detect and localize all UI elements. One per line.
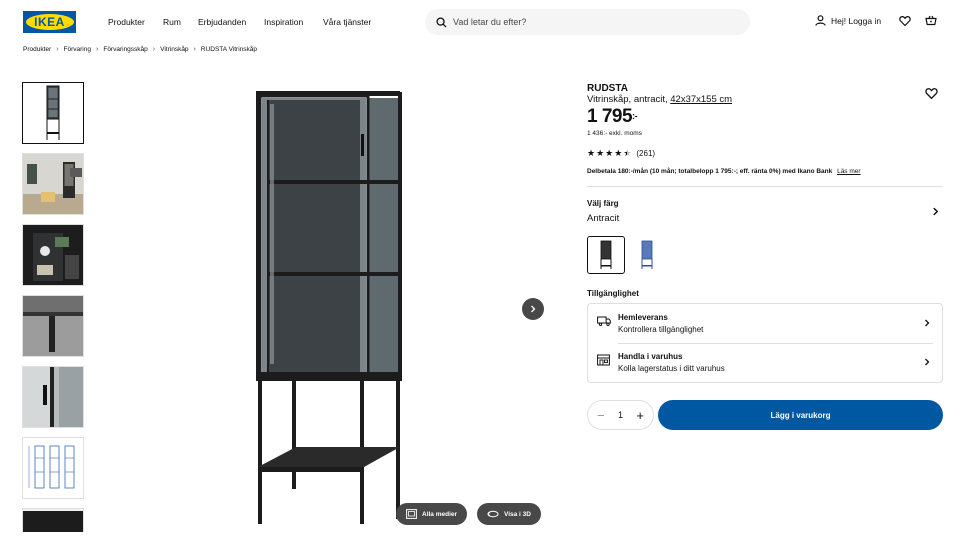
- increase-quantity-button[interactable]: +: [636, 409, 644, 422]
- thumbnail-room[interactable]: [22, 153, 84, 215]
- view-3d-button[interactable]: Visa i 3D: [477, 503, 541, 525]
- login-label: Hej! Logga in: [831, 15, 882, 26]
- 3d-rotate-icon: [487, 510, 499, 518]
- availability-subtitle: Kolla lagerstatus i ditt varuhus: [618, 364, 725, 373]
- all-media-label: Alla medier: [422, 510, 458, 518]
- color-swatch-antracit[interactable]: [587, 236, 625, 274]
- availability-label: Tillgänglighet: [587, 289, 639, 298]
- header: IKEA Produkter Rum Erbjudanden Inspirati…: [0, 0, 960, 44]
- product-price: 1 795 :-: [587, 106, 638, 128]
- product-description-text: Vitrinskåp, antracit,: [587, 94, 668, 105]
- breadcrumb: Produkter › Förvaring › Förvaringsskåp ›…: [23, 46, 257, 53]
- login-button[interactable]: Hej! Logga in: [815, 15, 881, 26]
- chevron-right-icon: [925, 358, 930, 366]
- product-name: RUDSTA: [587, 83, 628, 94]
- breadcrumb-item-produkter[interactable]: Produkter: [23, 46, 51, 53]
- availability-box: Hemleverans Kontrollera tillgänglighet H…: [587, 303, 943, 383]
- divider: [587, 186, 943, 187]
- nav-item-tjanster[interactable]: Våra tjänster: [323, 17, 371, 27]
- color-value: Antracit: [587, 213, 620, 224]
- price-suffix: :-: [632, 111, 638, 121]
- thumbnail-glass-detail[interactable]: [22, 366, 84, 428]
- thumbnail-detail-open[interactable]: [22, 224, 84, 286]
- product-main-image: [256, 91, 402, 524]
- search-icon: [436, 16, 447, 28]
- thumbnail-product[interactable]: [22, 82, 84, 144]
- add-to-cart-button[interactable]: Lägg i varukorg: [658, 400, 943, 430]
- cabinet-thumbnail-image: [46, 85, 60, 140]
- product-measure-link[interactable]: 42x37x155 cm: [670, 94, 732, 105]
- chevron-right-icon: [925, 319, 930, 327]
- person-icon: [815, 15, 826, 26]
- finance-info: Delbetala 180:-/mån (10 mån; totalbelopp…: [587, 168, 861, 175]
- nav-item-inspiration[interactable]: Inspiration: [264, 17, 303, 27]
- logo-text: IKEA: [34, 15, 65, 29]
- star-icon: ★: [596, 148, 605, 158]
- breadcrumb-item-current: RUDSTA Vitrinskåp: [200, 46, 258, 53]
- star-icon: ★: [587, 148, 596, 158]
- nav-item-produkter[interactable]: Produkter: [108, 17, 145, 27]
- breadcrumb-item-forvaring[interactable]: Förvaring: [64, 46, 91, 53]
- next-image-button[interactable]: [522, 298, 544, 320]
- quantity-value[interactable]: 1: [618, 410, 623, 420]
- cart-icon[interactable]: [925, 15, 937, 27]
- price-value: 1 795: [587, 106, 633, 127]
- price-ex-vat: 1 436:- exkl. moms: [587, 130, 642, 137]
- chevron-right-icon: ›: [96, 46, 99, 53]
- all-media-button[interactable]: Alla medier: [396, 503, 468, 525]
- open-cabinet-image: [23, 225, 83, 285]
- decrease-quantity-button[interactable]: −: [597, 409, 605, 422]
- nav-item-rum[interactable]: Rum: [163, 17, 181, 27]
- product-description: Vitrinskåp, antracit, 42x37x155 cm: [587, 94, 732, 105]
- top-detail-image: [23, 509, 83, 532]
- thumbnail-dimensions[interactable]: [22, 437, 84, 499]
- availability-subtitle: Kontrollera tillgänglighet: [618, 325, 704, 334]
- breadcrumb-item-forvaringsskap[interactable]: Förvaringsskåp: [103, 46, 147, 53]
- chevron-right-icon: ›: [152, 46, 156, 53]
- star-icon: ★: [614, 148, 623, 158]
- add-to-cart-label: Lägg i varukorg: [770, 410, 831, 420]
- heart-icon[interactable]: [925, 87, 938, 100]
- search-bar[interactable]: Vad letar du efter?: [425, 9, 750, 35]
- color-section-label: Välj färg: [587, 199, 619, 208]
- rating-count: (261): [636, 149, 656, 158]
- star-icon: ★: [605, 148, 614, 158]
- chevron-right-icon: ›: [193, 46, 196, 53]
- store-icon: [597, 354, 610, 366]
- view-3d-label: Visa i 3D: [504, 510, 531, 518]
- room-thumbnail-image: [23, 154, 83, 214]
- chevron-right-icon[interactable]: [931, 207, 940, 216]
- chevron-right-icon: ›: [56, 46, 59, 53]
- quantity-stepper: − 1 +: [587, 400, 654, 430]
- ikea-logo[interactable]: IKEA: [23, 11, 76, 33]
- finance-text: Delbetala 180:-/mån (10 mån; totalbelopp…: [587, 168, 833, 175]
- antracit-cabinet-swatch: [600, 240, 612, 269]
- availability-title: Handla i varuhus: [618, 352, 683, 361]
- color-swatch-blue[interactable]: [628, 236, 666, 274]
- availability-row-store[interactable]: Handla i varuhus Kolla lagerstatus i dit…: [588, 343, 942, 382]
- half-star-icon: ★: [623, 148, 632, 158]
- chevron-right-icon: [531, 305, 536, 313]
- thumbnail-top-detail[interactable]: [22, 508, 84, 532]
- blue-cabinet-swatch: [641, 240, 653, 269]
- rating[interactable]: ★ ★ ★ ★ ★ (261): [587, 148, 655, 159]
- gallery-icon: [406, 509, 417, 519]
- availability-title: Hemleverans: [618, 313, 668, 322]
- finance-read-more-link[interactable]: Läs mer: [837, 168, 860, 175]
- heart-icon[interactable]: [899, 15, 911, 27]
- nav-item-erbjudanden[interactable]: Erbjudanden: [198, 17, 246, 27]
- thumbnail-leg-detail[interactable]: [22, 295, 84, 357]
- search-input[interactable]: Vad letar du efter?: [453, 17, 526, 27]
- truck-icon: [597, 316, 611, 327]
- leg-detail-image: [23, 296, 83, 356]
- glass-detail-image: [23, 367, 83, 427]
- availability-row-delivery[interactable]: Hemleverans Kontrollera tillgänglighet: [588, 304, 942, 344]
- breadcrumb-item-vitrinskap[interactable]: Vitrinskåp: [160, 46, 188, 53]
- dimension-drawing-image: [28, 445, 75, 489]
